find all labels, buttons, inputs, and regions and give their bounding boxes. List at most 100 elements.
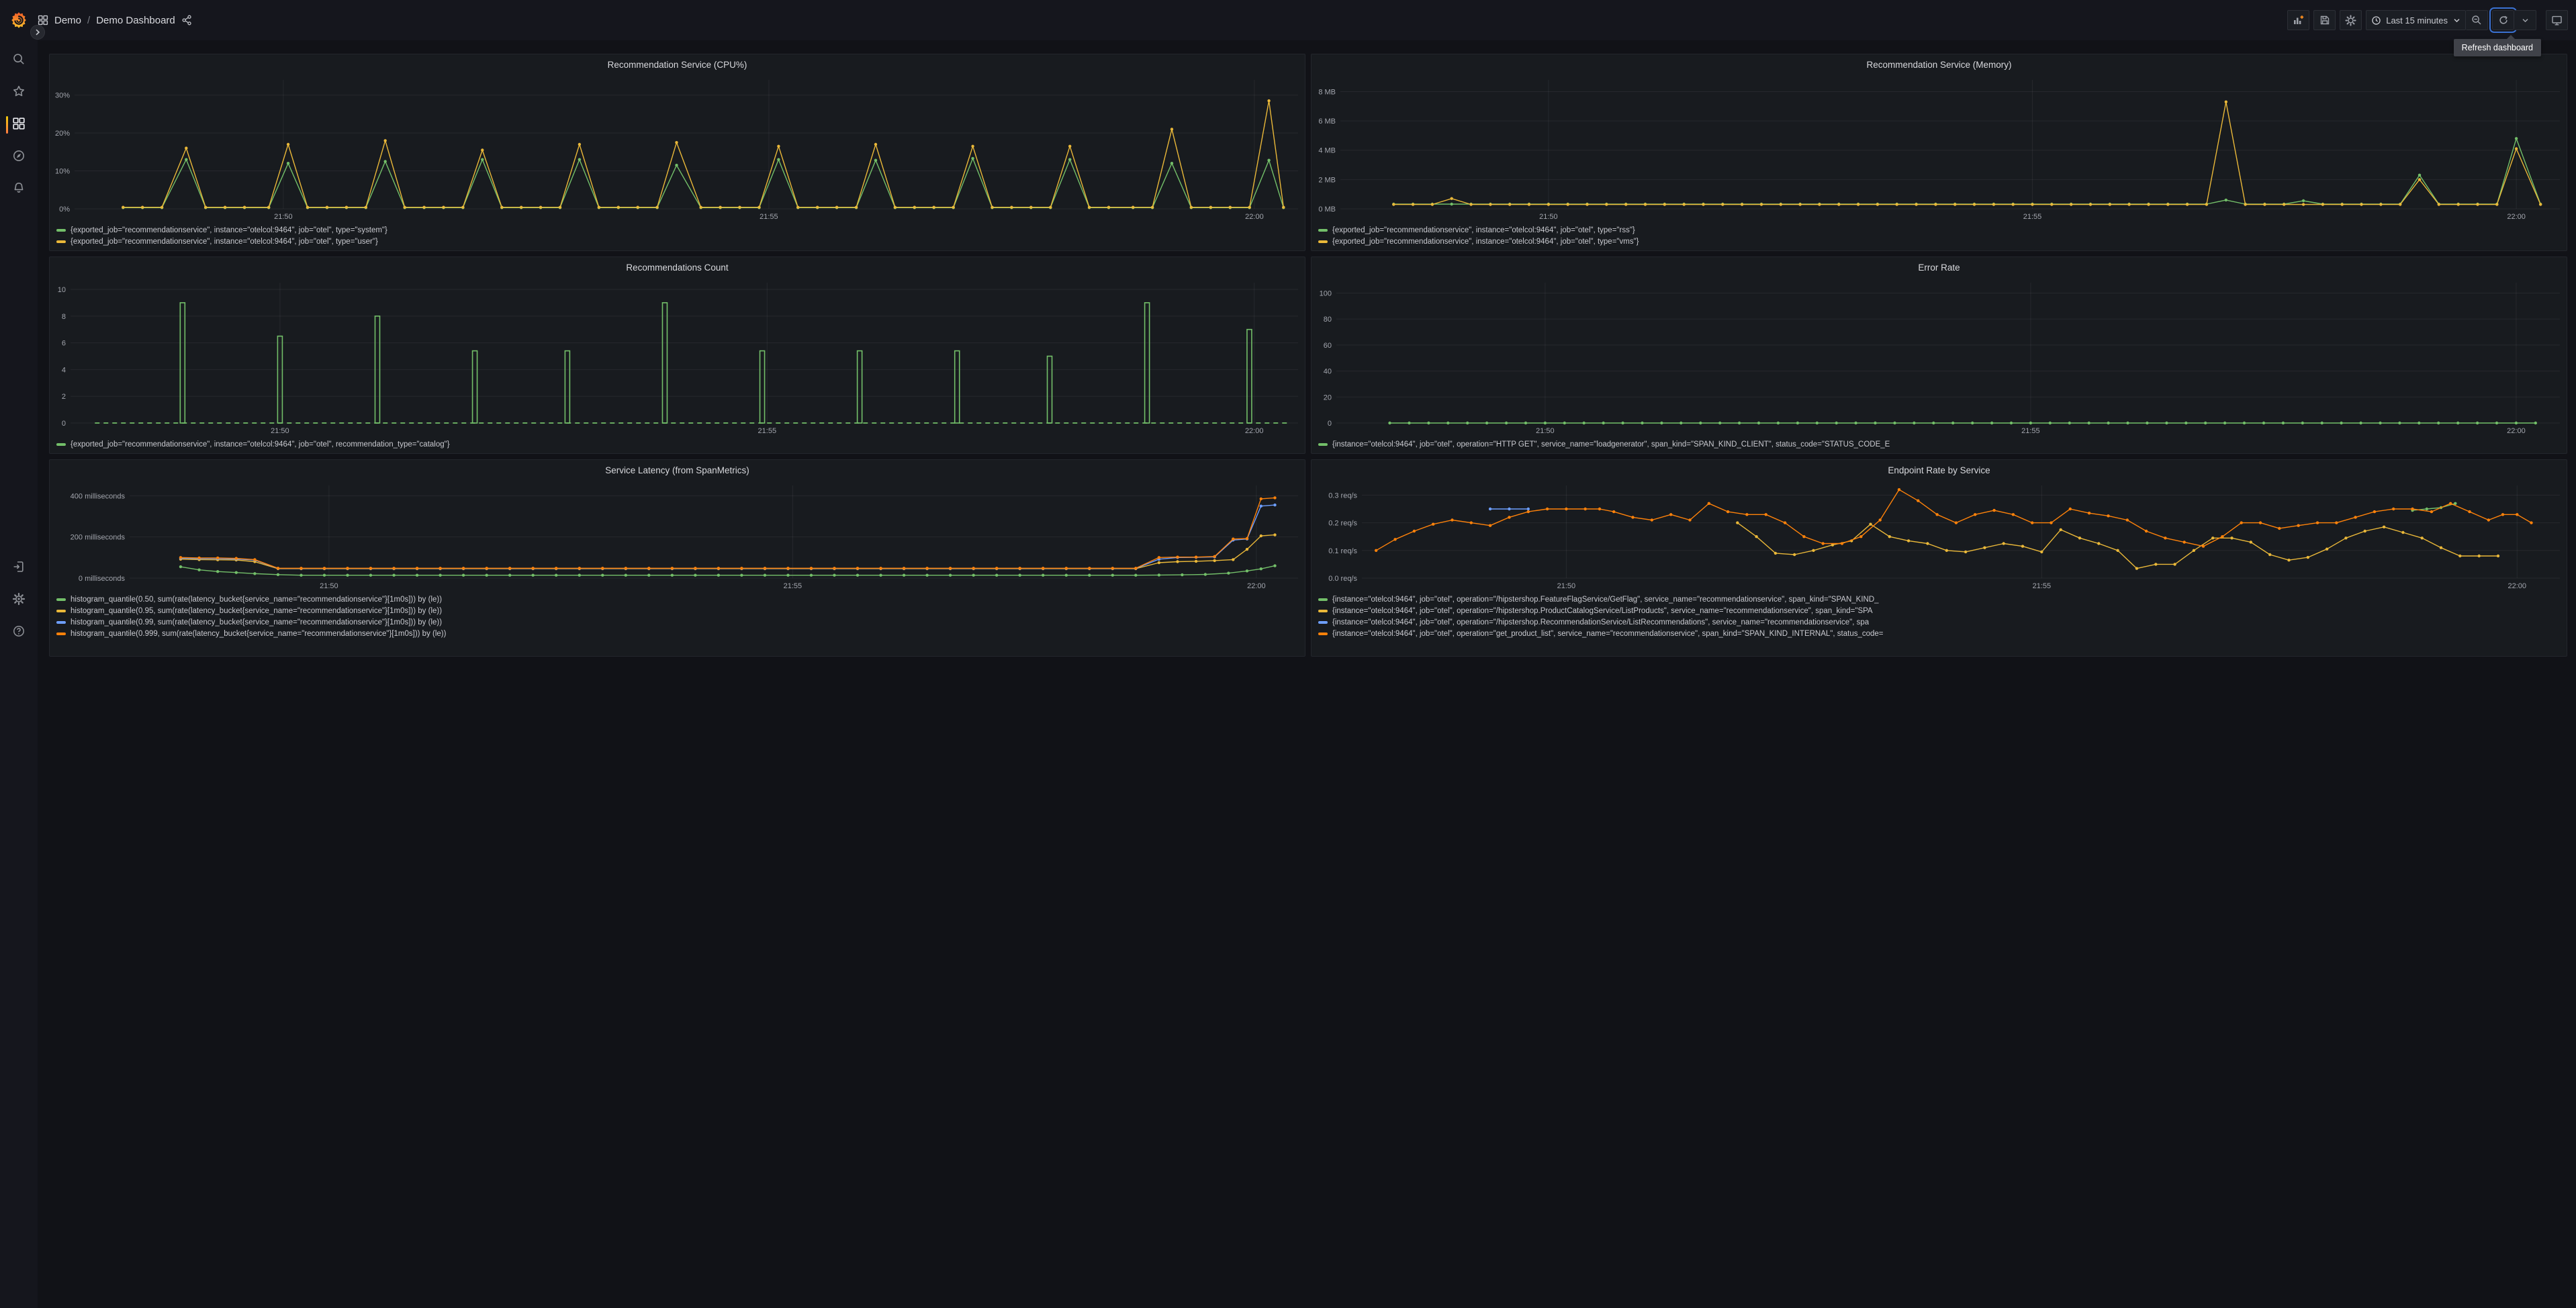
tooltip-text: Refresh dashboard: [2461, 43, 2533, 52]
legend-item[interactable]: histogram_quantile(0.50, sum(rate(latenc…: [56, 594, 1305, 605]
expand-sidebar-button[interactable]: [30, 25, 45, 40]
legend-series-label: {exported_job="recommendationservice", i…: [71, 440, 450, 449]
chart-legend: {instance="otelcol:9464", job="otel", op…: [1312, 436, 2567, 450]
add-panel-button[interactable]: [2287, 10, 2310, 30]
svg-text:20%: 20%: [55, 130, 70, 138]
legend-item[interactable]: {exported_job="recommendationservice", i…: [1318, 236, 2567, 247]
svg-text:6: 6: [62, 340, 66, 348]
chevron-down-icon: [2453, 17, 2460, 24]
legend-item[interactable]: {instance="otelcol:9464", job="otel", op…: [1318, 605, 2567, 616]
chart-plot[interactable]: 21:50 21:55 22:00 0 milliseconds 200 millise…: [50, 480, 1305, 592]
legend-item[interactable]: {instance="otelcol:9464", job="otel", op…: [1318, 628, 2567, 639]
svg-text:4 MB: 4 MB: [1318, 147, 1336, 155]
svg-text:400 milliseconds: 400 milliseconds: [71, 492, 126, 500]
svg-text:0.3 req/s: 0.3 req/s: [1328, 492, 1357, 500]
panel-error-rate: Error Rate 21:50 21:55 22:00 0 20 40 60 80 100 {…: [1311, 256, 2567, 454]
chart-plot[interactable]: 21:50 21:55 22:00 0 20 40 60 80 100: [1312, 277, 2567, 436]
legend-series-label: {exported_job="recommendationservice", i…: [71, 226, 387, 234]
legend-series-swatch: [56, 228, 66, 232]
svg-text:21:55: 21:55: [784, 582, 802, 590]
sidebar-item-search[interactable]: [0, 44, 38, 77]
legend-item[interactable]: histogram_quantile(0.999, sum(rate(laten…: [56, 628, 1305, 639]
sidebar-item-sign-in[interactable]: [0, 552, 38, 584]
refresh-interval-caret-button[interactable]: [2514, 10, 2536, 30]
legend-item[interactable]: histogram_quantile(0.99, sum(rate(latenc…: [56, 616, 1305, 628]
svg-text:22:00: 22:00: [1245, 213, 1264, 221]
dashboard-settings-button[interactable]: [2340, 10, 2362, 30]
svg-text:21:50: 21:50: [271, 427, 289, 435]
legend-item[interactable]: {exported_job="recommendationservice", i…: [56, 224, 1305, 236]
top-nav-bar: Demo / Demo Dashboard Last 15 minutes: [0, 0, 2576, 40]
chart-legend: {exported_job="recommendationservice", i…: [1312, 222, 2567, 247]
clock-icon: [2371, 15, 2381, 26]
panel-title-text: Recommendation Service (CPU%): [607, 59, 747, 70]
legend-series-swatch: [56, 620, 66, 624]
svg-text:0%: 0%: [59, 205, 70, 214]
chart-plot[interactable]: 21:50 21:55 22:00 0 MB 2 MB 4 MB 6 MB 8 MB: [1312, 75, 2567, 222]
legend-item[interactable]: {exported_job="recommendationservice", i…: [56, 438, 1305, 450]
cycle-view-mode-button[interactable]: [2546, 10, 2568, 30]
legend-series-label: {exported_job="recommendationservice", i…: [1332, 237, 1639, 246]
legend-item[interactable]: {instance="otelcol:9464", job="otel", op…: [1318, 438, 2567, 450]
chart-plot[interactable]: 21:50 21:55 22:00 0% 10% 20% 30%: [50, 75, 1305, 222]
panel-title-text: Recommendation Service (Memory): [1866, 59, 2012, 70]
panel-title[interactable]: Endpoint Rate by Service: [1312, 460, 2567, 480]
refresh-dashboard-button[interactable]: [2489, 7, 2517, 33]
refresh-group: [2489, 7, 2536, 33]
sidebar-item-help[interactable]: [0, 616, 38, 649]
svg-text:21:55: 21:55: [2021, 427, 2040, 435]
panel-title[interactable]: Service Latency (from SpanMetrics): [50, 460, 1305, 480]
breadcrumb-page-title: Demo Dashboard: [96, 14, 175, 26]
legend-item[interactable]: {exported_job="recommendationservice", i…: [56, 236, 1305, 247]
svg-text:2: 2: [62, 393, 66, 401]
help-icon: [12, 624, 26, 641]
panel-recommendation-memory: Recommendation Service (Memory) 21:50 21:…: [1311, 54, 2567, 251]
panel-title-text: Error Rate: [1918, 262, 1960, 273]
legend-item[interactable]: {exported_job="recommendationservice", i…: [1318, 224, 2567, 236]
svg-text:6 MB: 6 MB: [1318, 118, 1336, 126]
sidebar-item-settings[interactable]: [0, 584, 38, 616]
legend-series-label: histogram_quantile(0.99, sum(rate(latenc…: [71, 618, 443, 626]
chart-plot[interactable]: 21:50 21:55 22:00 0 2 4 6 8 10: [50, 277, 1305, 436]
legend-series-swatch: [1318, 609, 1328, 612]
panel-title[interactable]: Recommendation Service (Memory): [1312, 54, 2567, 75]
legend-series-label: histogram_quantile(0.50, sum(rate(latenc…: [71, 595, 443, 604]
zoom-out-button[interactable]: [2466, 10, 2488, 30]
svg-text:21:55: 21:55: [2023, 213, 2042, 221]
svg-text:22:00: 22:00: [1247, 582, 1266, 590]
legend-item[interactable]: {instance="otelcol:9464", job="otel", op…: [1318, 594, 2567, 605]
legend-item[interactable]: histogram_quantile(0.95, sum(rate(latenc…: [56, 605, 1305, 616]
svg-text:8 MB: 8 MB: [1318, 88, 1336, 96]
svg-text:21:50: 21:50: [274, 213, 293, 221]
time-range-picker[interactable]: Last 15 minutes: [2366, 10, 2466, 30]
chart-legend: histogram_quantile(0.50, sum(rate(latenc…: [50, 592, 1305, 639]
sidebar-item-explore[interactable]: [0, 141, 38, 173]
chart-plot[interactable]: 21:50 21:55 22:00 0.0 req/s 0.1 req/s 0.2 req…: [1312, 480, 2567, 592]
dashboards-grid-icon[interactable]: [38, 15, 48, 26]
sidebar-item-alerting[interactable]: [0, 173, 38, 205]
legend-item[interactable]: {instance="otelcol:9464", job="otel", op…: [1318, 616, 2567, 628]
panel-title[interactable]: Recommendation Service (CPU%): [50, 54, 1305, 75]
svg-text:21:50: 21:50: [1557, 582, 1576, 590]
breadcrumb-section[interactable]: Demo: [54, 15, 81, 26]
dashboard-toolbar: Last 15 minutes: [2287, 7, 2576, 33]
panel-title[interactable]: Recommendations Count: [50, 257, 1305, 277]
svg-text:22:00: 22:00: [2507, 213, 2526, 221]
panel-title[interactable]: Error Rate: [1312, 257, 2567, 277]
svg-text:200 milliseconds: 200 milliseconds: [71, 534, 126, 542]
svg-text:0 milliseconds: 0 milliseconds: [79, 575, 126, 583]
svg-text:22:00: 22:00: [2508, 582, 2527, 590]
svg-text:0: 0: [1328, 420, 1332, 428]
share-icon[interactable]: [181, 15, 192, 26]
svg-text:10%: 10%: [55, 168, 70, 176]
sidebar-item-starred[interactable]: [0, 77, 38, 109]
compass-icon: [12, 149, 26, 166]
panel-recommendation-cpu: Recommendation Service (CPU%) 21:50 21:55…: [49, 54, 1305, 251]
time-picker-group: Last 15 minutes: [2366, 10, 2488, 30]
svg-text:0.2 req/s: 0.2 req/s: [1328, 520, 1357, 528]
sidebar-item-dashboards[interactable]: [0, 109, 38, 141]
legend-series-label: {exported_job="recommendationservice", i…: [71, 237, 378, 246]
panel-endpoint-rate: Endpoint Rate by Service 21:50 21:55 22:00…: [1311, 459, 2567, 657]
legend-series-swatch: [56, 240, 66, 243]
save-dashboard-button[interactable]: [2313, 10, 2336, 30]
